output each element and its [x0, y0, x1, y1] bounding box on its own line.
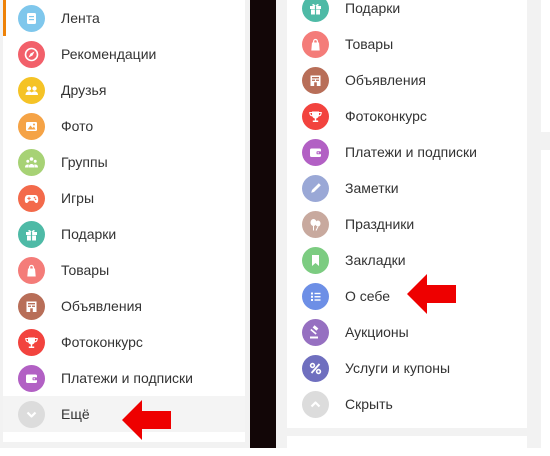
feed-icon	[18, 4, 45, 32]
percent-icon	[302, 354, 329, 382]
right-menu-balloons[interactable]: Праздники	[287, 206, 527, 242]
gavel-icon	[302, 318, 329, 346]
trophy-icon	[18, 328, 45, 356]
store-icon	[302, 66, 329, 94]
gift-icon	[302, 0, 329, 22]
active-item-indicator	[3, 0, 6, 36]
menu-item-label: Платежи и подписки	[345, 144, 477, 160]
right-menu-wallet[interactable]: Платежи и подписки	[287, 134, 527, 170]
menu-item-label: Ещё	[61, 406, 90, 422]
menu-item-label: Фотоконкурс	[345, 108, 427, 124]
left-menu-shopping-bag[interactable]: Товары	[3, 252, 245, 288]
left-menu-gamepad[interactable]: Игры	[3, 180, 245, 216]
menu-item-label: Аукционы	[345, 324, 409, 340]
menu-item-label: Скрыть	[345, 396, 393, 412]
left-menu-photo[interactable]: Фото	[3, 108, 245, 144]
menu-item-label: Фотоконкурс	[61, 334, 143, 350]
left-menu-store[interactable]: Объявления	[3, 288, 245, 324]
left-menu-friends[interactable]: Друзья	[3, 72, 245, 108]
menu-item-label: Заметки	[345, 180, 399, 196]
menu-item-label: О себе	[345, 288, 391, 304]
balloons-icon	[302, 210, 329, 238]
chevron-up-icon	[302, 390, 329, 418]
wallet-icon	[302, 138, 329, 166]
right-menu-gavel[interactable]: Аукционы	[287, 314, 527, 350]
left-nav-menu: Лента Рекомендации Друзья Фото Группы Игры Под…	[3, 0, 245, 432]
menu-item-label: Товары	[345, 36, 394, 52]
left-menu-gift[interactable]: Подарки	[3, 216, 245, 252]
right-edge-card-lower	[541, 150, 550, 448]
menu-item-label: Группы	[61, 154, 108, 170]
menu-item-label: Игры	[61, 190, 95, 206]
chevron-down-icon	[18, 400, 45, 428]
pencil-icon	[302, 174, 329, 202]
menu-item-label: Праздники	[345, 216, 415, 232]
red-arrow-right	[407, 274, 457, 314]
right-menu-shopping-bag[interactable]: Товары	[287, 26, 527, 62]
menu-item-label: Товары	[61, 262, 110, 278]
right-lower-card	[287, 436, 527, 456]
store-icon	[18, 292, 45, 320]
menu-item-label: Лента	[61, 10, 100, 26]
right-menu-store[interactable]: Объявления	[287, 62, 527, 98]
menu-item-label: Рекомендации	[61, 46, 157, 62]
red-arrow-left	[122, 400, 172, 440]
menu-item-label: Объявления	[345, 72, 426, 88]
menu-item-label: Фото	[61, 118, 94, 134]
right-menu-percent[interactable]: Услуги и купоны	[287, 350, 527, 386]
menu-item-label: Друзья	[61, 82, 107, 98]
right-menu-chevron-up[interactable]: Скрыть	[287, 386, 527, 422]
right-menu-gift[interactable]: Подарки	[287, 0, 527, 26]
wallet-icon	[18, 364, 45, 392]
left-menu-wallet[interactable]: Платежи и подписки	[3, 360, 245, 396]
right-menu-trophy[interactable]: Фотоконкурс	[287, 98, 527, 134]
gift-icon	[18, 220, 45, 248]
left-menu-compass[interactable]: Рекомендации	[3, 36, 245, 72]
menu-item-label: Объявления	[61, 298, 142, 314]
photo-icon	[18, 112, 45, 140]
groups-icon	[18, 148, 45, 176]
menu-item-label: Подарки	[345, 0, 401, 16]
right-menu-pencil[interactable]: Заметки	[287, 170, 527, 206]
list-icon	[302, 282, 329, 310]
right-edge-card	[541, 0, 550, 132]
menu-item-label: Услуги и купоны	[345, 360, 451, 376]
right-nav-menu: Подарки Товары Объявления Фотоконкурс Платеж…	[287, 0, 527, 422]
shopping-bag-icon	[302, 30, 329, 58]
menu-item-label: Подарки	[61, 226, 117, 242]
left-menu-trophy[interactable]: Фотоконкурс	[3, 324, 245, 360]
bookmark-icon	[302, 246, 329, 274]
shopping-bag-icon	[18, 256, 45, 284]
right-menu-bookmark[interactable]: Закладки	[287, 242, 527, 278]
left-menu-groups[interactable]: Группы	[3, 144, 245, 180]
compass-icon	[18, 40, 45, 68]
gamepad-icon	[18, 184, 45, 212]
screenshot-divider	[250, 0, 276, 448]
menu-item-label: Закладки	[345, 252, 406, 268]
friends-icon	[18, 76, 45, 104]
trophy-icon	[302, 102, 329, 130]
menu-item-label: Платежи и подписки	[61, 370, 193, 386]
left-menu-feed[interactable]: Лента	[3, 0, 245, 36]
